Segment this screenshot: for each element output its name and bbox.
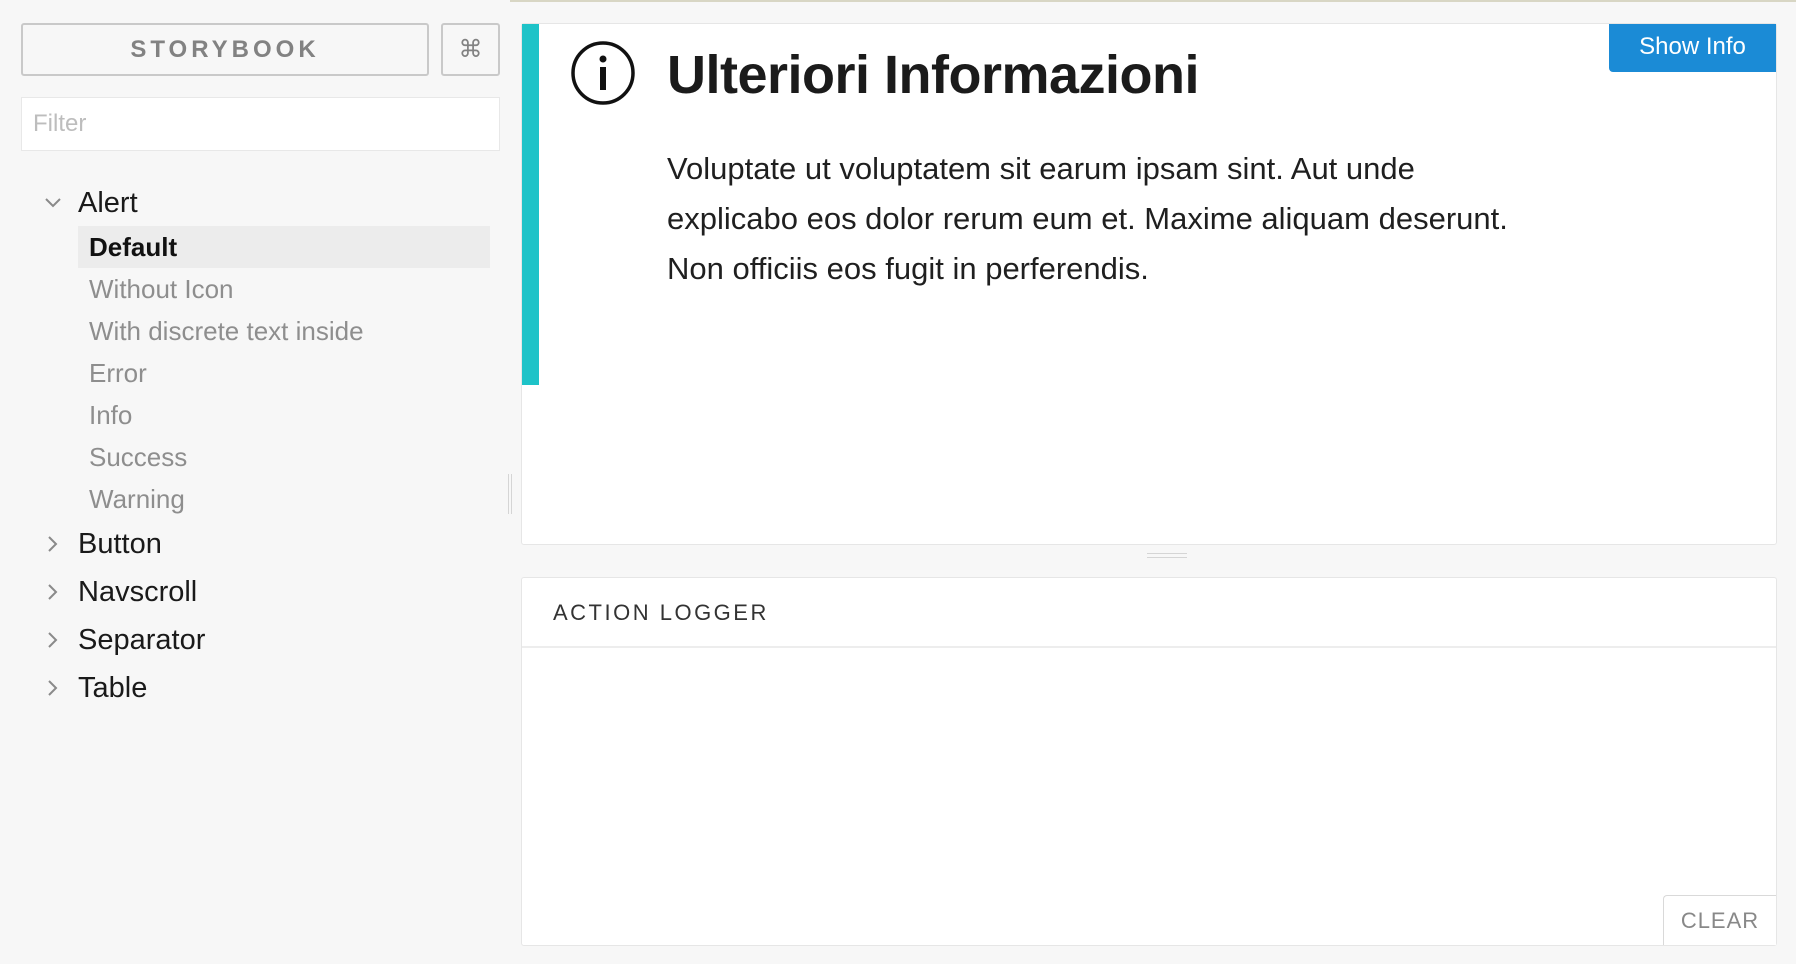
action-logger-panel: ACTION LOGGER CLEAR	[521, 577, 1777, 946]
chevron-right-icon	[42, 533, 64, 555]
story-item-error[interactable]: Error	[78, 352, 490, 394]
chevron-right-icon	[42, 581, 64, 603]
info-circle-icon	[570, 40, 636, 106]
story-item-warning[interactable]: Warning	[78, 478, 490, 520]
chevron-right-icon	[42, 677, 64, 699]
story-item-without-icon[interactable]: Without Icon	[78, 268, 490, 310]
tree-group-button[interactable]: Button	[0, 520, 500, 568]
tree-group-label: Separator	[78, 623, 206, 656]
sidebar: STORYBOOK ⌘ Alert Default Without Icon W…	[0, 0, 510, 964]
alert-accent-bar	[522, 24, 539, 385]
command-icon: ⌘	[458, 36, 483, 63]
storybook-brand-button[interactable]: STORYBOOK	[21, 23, 429, 76]
story-preview: Ulteriori Informazioni Voluptate ut volu…	[521, 23, 1777, 545]
story-item-default[interactable]: Default	[78, 226, 490, 268]
show-info-button[interactable]: Show Info	[1609, 24, 1776, 72]
tree-group-label: Button	[78, 527, 162, 560]
tree-group-table[interactable]: Table	[0, 664, 500, 712]
tree-group-label: Navscroll	[78, 575, 198, 608]
chevron-down-icon	[42, 192, 64, 214]
chevron-right-icon	[42, 629, 64, 651]
tree-group-navscroll[interactable]: Navscroll	[0, 568, 500, 616]
tree-group-alert[interactable]: Alert	[0, 180, 500, 226]
stories-tree: Alert Default Without Icon With discrete…	[0, 180, 500, 712]
story-item-success[interactable]: Success	[78, 436, 490, 478]
tree-group-label: Table	[78, 671, 148, 704]
story-item-with-discrete-text[interactable]: With discrete text inside	[78, 310, 490, 352]
sidebar-resize-handle[interactable]	[508, 474, 512, 514]
tree-group-separator[interactable]: Separator	[0, 616, 500, 664]
clear-button[interactable]: CLEAR	[1663, 895, 1776, 945]
panel-resize-handle[interactable]	[1147, 553, 1187, 558]
tab-action-logger[interactable]: ACTION LOGGER	[553, 600, 769, 626]
story-item-info[interactable]: Info	[78, 394, 490, 436]
keyboard-shortcuts-button[interactable]: ⌘	[441, 23, 500, 76]
tree-group-label: Alert	[78, 186, 138, 219]
filter-input[interactable]	[21, 97, 500, 151]
alert-title: Ulteriori Informazioni	[667, 45, 1200, 105]
alert-body: Voluptate ut voluptatem sit earum ipsam …	[667, 151, 1508, 286]
addon-tabs: ACTION LOGGER	[522, 578, 1776, 648]
action-log-list	[522, 650, 1776, 945]
